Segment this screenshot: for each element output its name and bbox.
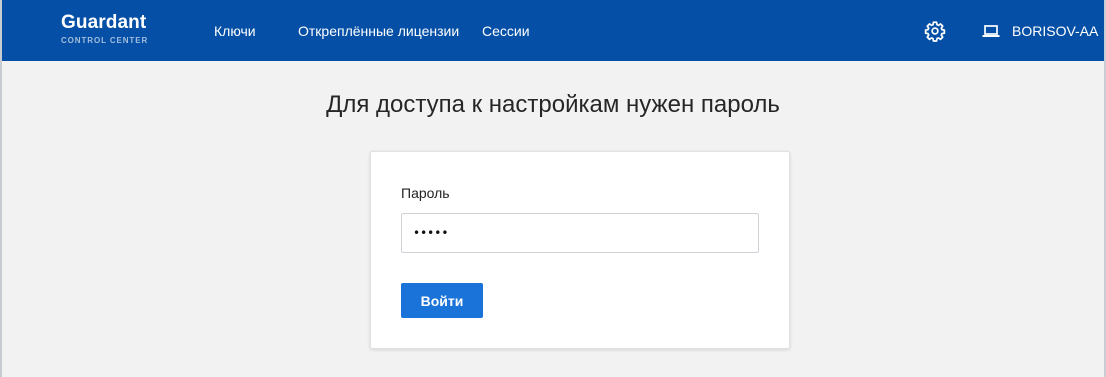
logo-title: Guardant	[61, 12, 147, 33]
nav-link-sessions[interactable]: Сессии	[482, 22, 530, 40]
logo-subtitle: CONTROL CENTER	[61, 36, 149, 45]
password-form-card: Пароль Войти	[370, 151, 790, 349]
page-title: Для доступа к настройкам нужен пароль	[326, 91, 780, 118]
login-button[interactable]: Войти	[401, 283, 483, 318]
guardant-logo[interactable]: Guardant CONTROL CENTER	[61, 12, 171, 45]
laptop-icon	[982, 25, 1000, 37]
settings-button[interactable]	[924, 20, 946, 42]
password-field[interactable]	[401, 213, 759, 253]
user-menu-button[interactable]: BORISOV-AA	[982, 22, 1098, 40]
password-label: Пароль	[401, 185, 450, 201]
top-navigation-bar: Guardant CONTROL CENTER Ключи Откреплённ…	[2, 0, 1104, 61]
app-window: Guardant CONTROL CENTER Ключи Откреплённ…	[0, 0, 1106, 377]
nav-link-keys[interactable]: Ключи	[214, 22, 256, 40]
user-name: BORISOV-AA	[1012, 23, 1099, 39]
gear-icon	[924, 21, 946, 42]
nav-link-detached-licenses[interactable]: Откреплённые лицензии	[298, 22, 459, 40]
